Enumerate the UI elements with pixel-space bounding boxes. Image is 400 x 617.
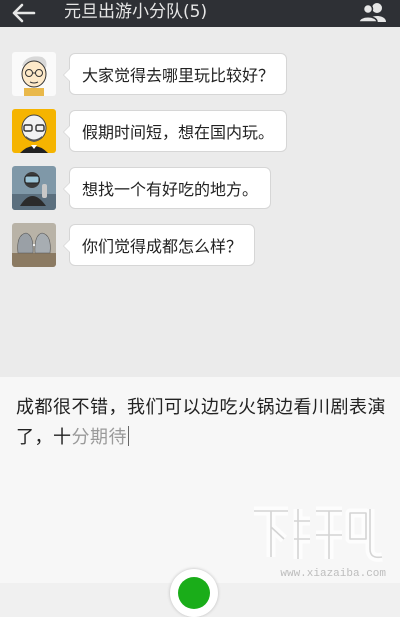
message-list[interactable]: 大家觉得去哪里玩比较好？ 假期时间短，想在国内玩。 想找一个有好吃的地方。 你们… xyxy=(0,27,400,377)
message-input[interactable]: 成都很不错，我们可以边吃火锅边看川剧表演了，十分期待 xyxy=(16,393,386,453)
message-bubble[interactable]: 假期时间短，想在国内玩。 xyxy=(62,110,288,152)
group-people-icon[interactable] xyxy=(358,1,388,23)
message-bubble[interactable]: 想找一个有好吃的地方。 xyxy=(62,167,272,209)
bald-man-glasses-avatar[interactable] xyxy=(12,109,56,153)
message-bubble[interactable]: 你们觉得成都怎么样？ xyxy=(62,224,256,266)
composing-text: 分期待 xyxy=(71,427,127,448)
message-input-area[interactable]: 成都很不错，我们可以边吃火锅边看川剧表演了，十分期待 www.xiazaiba.… xyxy=(0,377,400,583)
text-cursor xyxy=(128,426,129,446)
album-cover-heads-avatar[interactable] xyxy=(12,223,56,267)
arrow-left-icon[interactable] xyxy=(10,2,38,24)
chat-title: 元旦出游小分队(5) xyxy=(64,2,208,22)
chat-header: 元旦出游小分队(5) xyxy=(0,0,400,27)
watermark-url: www.xiazaiba.com xyxy=(280,568,386,580)
diver-avatar[interactable] xyxy=(12,166,56,210)
cartoon-boy-avatar[interactable] xyxy=(12,52,56,96)
xiazaiba-logo-watermark xyxy=(254,506,383,562)
message-bubble[interactable]: 大家觉得去哪里玩比较好？ xyxy=(62,53,288,95)
voice-input-button[interactable] xyxy=(170,569,218,617)
microphone-icon xyxy=(178,577,210,609)
